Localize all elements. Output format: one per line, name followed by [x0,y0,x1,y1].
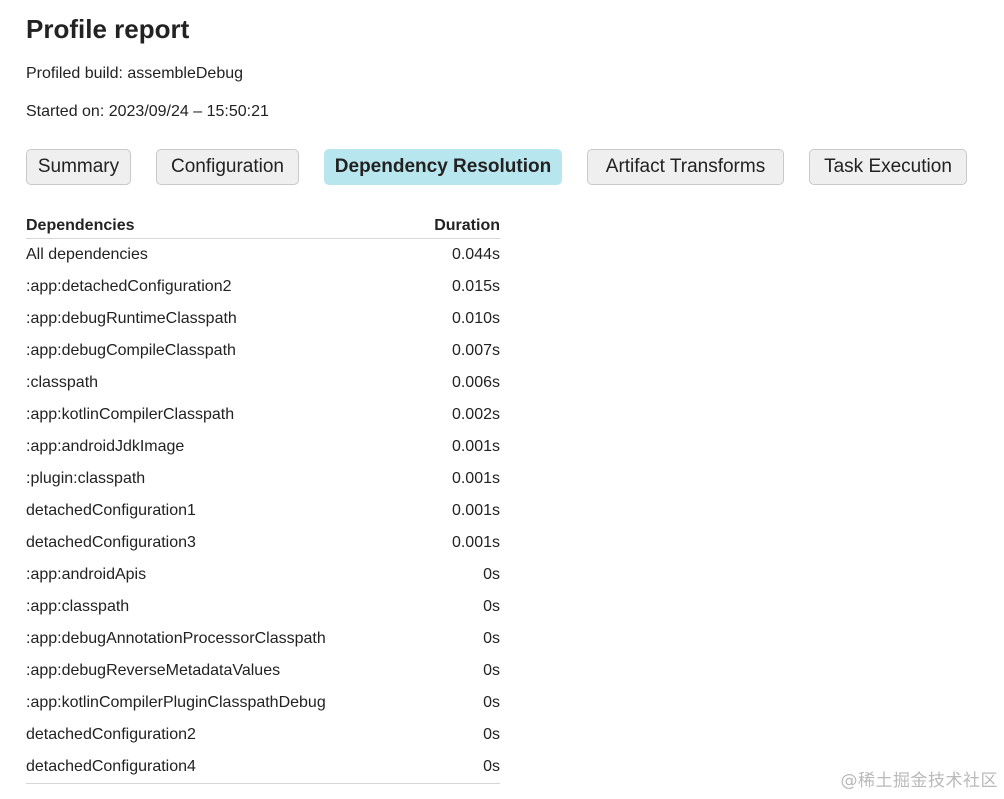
dependency-duration: 0.006s [451,374,500,391]
table-row: :app:kotlinCompilerPluginClasspathDebug 0… [26,687,500,719]
dependency-duration: 0s [483,598,500,615]
table-row: :app:debugReverseMetadataValues 0s [26,655,500,687]
dependency-duration: 0.044s [451,246,500,263]
dependency-name: :app:debugAnnotationProcessorClasspath [26,630,326,647]
dependency-name: detachedConfiguration4 [26,751,415,784]
table-row: :app:detachedConfiguration2 0.015s [26,271,500,303]
table-row: detachedConfiguration2 0s [26,719,500,751]
table-row: :app:kotlinCompilerClasspath 0.002s [26,399,500,431]
dependency-duration: 0s [483,566,500,583]
tab-configuration[interactable]: Configuration [156,149,299,185]
dependency-name: :app:debugCompileClasspath [26,342,236,359]
table-body: All dependencies 0.044s :app:detachedConfi… [26,239,500,784]
dependency-duration: 0.015s [451,278,500,295]
table-row: detachedConfiguration1 0.001s [26,495,500,527]
dependency-duration: 0.010s [451,310,500,327]
dependency-name: :classpath [26,374,99,391]
dependency-duration: 0.007s [451,342,500,359]
dependency-name: :app:androidJdkImage [26,438,185,455]
dependency-name: :app:debugRuntimeClasspath [26,310,237,327]
dependency-name: :app:kotlinCompilerPluginClasspathDebug [26,694,326,711]
dependency-duration: 0s [483,630,500,647]
dependency-name: :app:debugReverseMetadataValues [26,662,281,679]
dependency-name: :app:detachedConfiguration2 [26,278,232,295]
dependency-name: detachedConfiguration1 [26,502,196,519]
table-row: detachedConfiguration3 0.001s [26,527,500,559]
dependency-name: :app:classpath [26,598,130,615]
dependencies-table: Dependencies Duration All dependencies 0.… [26,214,500,784]
table-row: detachedConfiguration4 0s [26,751,500,784]
column-header-dependencies: Dependencies [26,214,415,239]
dependency-name: :app:androidApis [26,566,147,583]
dependency-duration: 0s [483,694,500,711]
table-row: :app:androidApis 0s [26,559,500,591]
dependency-duration: 0.001s [451,534,500,551]
tab-task-execution[interactable]: Task Execution [809,149,967,185]
dependency-duration: 0s [483,662,500,679]
report-tabs: Summary Configuration Dependency Resolut… [26,149,986,187]
tab-summary[interactable]: Summary [26,149,131,185]
dependencies-table-container: Dependencies Duration All dependencies 0.… [26,214,500,784]
table-row: :app:debugRuntimeClasspath 0.010s [26,303,500,335]
column-header-duration: Duration [414,214,500,239]
tab-artifact-transforms[interactable]: Artifact Transforms [587,149,784,185]
started-on-text: Started on: 2023/09/24 – 15:50:21 [26,103,269,120]
dependency-name: detachedConfiguration2 [26,726,196,743]
dependency-name: detachedConfiguration3 [26,534,196,551]
dependency-duration: 0.001s [451,470,500,487]
table-row: :app:classpath 0s [26,591,500,623]
dependency-duration: 0s [483,726,500,743]
dependency-name: All dependencies [26,246,148,263]
dependency-duration: 0.002s [451,406,500,423]
dependency-name: :app:kotlinCompilerClasspath [26,406,235,423]
dependency-duration: 0.001s [451,438,500,455]
dependency-name: :plugin:classpath [26,470,146,487]
table-row: All dependencies 0.044s [26,239,500,272]
table-row: :app:debugCompileClasspath 0.007s [26,335,500,367]
dependency-duration: 0.001s [451,502,500,519]
profiled-build-text: Profiled build: assembleDebug [26,65,244,82]
table-row: :classpath 0.006s [26,367,500,399]
table-row: :app:androidJdkImage 0.001s [26,431,500,463]
table-row: :plugin:classpath 0.001s [26,463,500,495]
dependency-duration: 0s [414,751,500,784]
table-row: :app:debugAnnotationProcessorClasspath 0s [26,623,500,655]
table-header-row: Dependencies Duration [26,214,500,239]
page-title: Profile report [26,14,190,44]
watermark-text: @稀土掘金技术社区 [840,771,998,791]
tab-dependency-resolution[interactable]: Dependency Resolution [324,149,562,185]
